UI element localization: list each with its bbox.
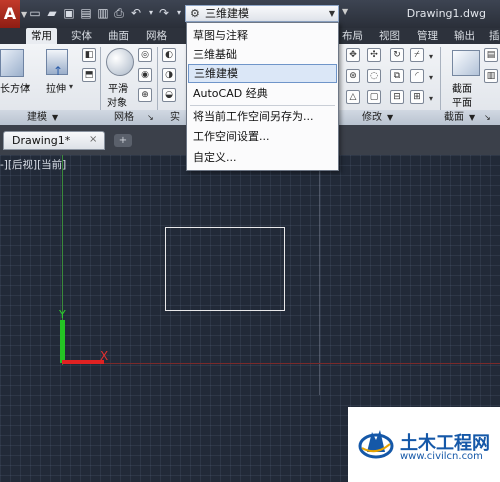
panel-label-mesh[interactable]: 网格 bbox=[114, 110, 134, 125]
chevron-down-icon: ▼ bbox=[328, 9, 335, 18]
watermark-url: www.civilcn.com bbox=[400, 451, 483, 462]
extrude-button[interactable]: 拉伸 bbox=[46, 80, 66, 95]
workspace-switcher[interactable]: ⚙ 三维建模 ▼ bbox=[185, 5, 339, 22]
redo-dropdown-icon[interactable]: ▾ bbox=[172, 6, 186, 20]
tab-solid[interactable]: 实体 bbox=[66, 28, 97, 44]
rectangle-shape[interactable] bbox=[165, 227, 285, 311]
trim-dropdown-icon[interactable]: ▾ bbox=[429, 52, 433, 61]
extrude-arrow-icon: ↑ bbox=[53, 64, 64, 78]
extrude-dropdown-icon[interactable]: ▾ bbox=[69, 82, 73, 91]
array-dropdown-icon[interactable]: ▾ bbox=[429, 94, 433, 103]
trim-icon[interactable]: ⌿ bbox=[410, 48, 424, 62]
ucs-y-label: Y bbox=[59, 308, 66, 321]
undo-dropdown-icon[interactable]: ▾ bbox=[144, 6, 158, 20]
ucs-x-label: X bbox=[100, 349, 109, 363]
application-menu-button[interactable]: A bbox=[0, 0, 20, 28]
3d-move-icon[interactable]: ✥ bbox=[346, 48, 360, 62]
solid-shell-icon[interactable]: ◒ bbox=[162, 88, 176, 102]
undo-icon[interactable]: ↶ bbox=[129, 6, 143, 20]
x-axis-line bbox=[62, 363, 500, 364]
gear-icon: ⚙ bbox=[190, 7, 200, 20]
rotate-icon[interactable]: ↻ bbox=[390, 48, 404, 62]
print-icon[interactable]: ⎙ bbox=[112, 6, 126, 20]
smooth-object-label[interactable]: 对象 bbox=[107, 94, 127, 109]
3d-rotate-icon[interactable]: ⊛ bbox=[346, 69, 360, 83]
menu-item-autocad-classic[interactable]: AutoCAD 经典 bbox=[188, 84, 337, 103]
solid-edit-icon[interactable]: ◐ bbox=[162, 48, 176, 62]
panel-label-modeling[interactable]: 建模 bbox=[27, 110, 47, 125]
save-icon[interactable]: ▣ bbox=[62, 6, 76, 20]
move-icon[interactable]: ✣ bbox=[367, 48, 381, 62]
fillet-icon[interactable]: ◜ bbox=[410, 69, 424, 83]
menu-item-save-workspace-as[interactable]: 将当前工作空间另存为... bbox=[188, 107, 337, 126]
menu-separator bbox=[190, 105, 335, 106]
tab-output[interactable]: 输出 bbox=[449, 28, 480, 44]
refine-mesh-icon[interactable]: ⊕ bbox=[138, 88, 152, 102]
section-button[interactable]: 截面 bbox=[452, 80, 472, 95]
watermark-logo-icon bbox=[358, 430, 394, 459]
mirror-icon[interactable]: ▢ bbox=[367, 90, 381, 104]
panel-label-solid-edit[interactable]: 实 bbox=[170, 110, 180, 125]
new-icon[interactable]: ▭ bbox=[28, 6, 42, 20]
open-icon[interactable]: ▰ bbox=[45, 6, 59, 20]
panel-mesh-launcher-icon[interactable]: ↘ bbox=[147, 110, 154, 125]
menu-item-3d-basics[interactable]: 三维基础 bbox=[188, 45, 337, 64]
redo-icon[interactable]: ↷ bbox=[157, 6, 171, 20]
quick-access-customize-icon[interactable]: ▼ bbox=[342, 7, 348, 16]
section-plane-icon[interactable] bbox=[452, 50, 480, 76]
tab-layout[interactable]: 布局 bbox=[337, 28, 368, 44]
menu-item-workspace-settings[interactable]: 工作空间设置... bbox=[188, 127, 337, 146]
union-icon[interactable]: ◧ bbox=[82, 48, 96, 62]
save-as-icon[interactable]: ▤ bbox=[79, 6, 93, 20]
panel-label-modify[interactable]: 修改 bbox=[362, 110, 382, 125]
fillet-dropdown-icon[interactable]: ▾ bbox=[429, 73, 433, 82]
smooth-less-icon[interactable]: ◉ bbox=[138, 68, 152, 82]
smooth-object-icon[interactable] bbox=[106, 48, 134, 76]
tab-mesh[interactable]: 网格 bbox=[141, 28, 172, 44]
tab-view[interactable]: 视图 bbox=[374, 28, 405, 44]
tab-surface[interactable]: 曲面 bbox=[103, 28, 134, 44]
panel-modeling-dropdown-icon[interactable]: ▼ bbox=[52, 110, 58, 125]
panel-label-section[interactable]: 截面 bbox=[444, 110, 464, 125]
section-plane-label[interactable]: 平面 bbox=[452, 94, 472, 109]
save-as-more-icon[interactable]: ▥ bbox=[96, 6, 110, 20]
menu-item-customize[interactable]: 自定义... bbox=[188, 148, 337, 167]
smooth-button[interactable]: 平滑 bbox=[108, 80, 128, 95]
panel-section-launcher-icon[interactable]: ↘ bbox=[484, 110, 491, 125]
box-icon[interactable] bbox=[0, 49, 24, 77]
menu-item-drafting-annotation[interactable]: 草图与注释 bbox=[188, 26, 337, 45]
document-title: Drawing1.dwg bbox=[406, 7, 486, 20]
scale-icon[interactable]: ◌ bbox=[367, 69, 381, 83]
file-tab-label: Drawing1* bbox=[12, 134, 71, 147]
stretch-icon[interactable]: ⊟ bbox=[390, 90, 404, 104]
workspace-dropdown-menu: 草图与注释 三维基础 三维建模 AutoCAD 经典 将当前工作空间另存为...… bbox=[186, 22, 339, 171]
app-menu-arrow-icon[interactable]: ▼ bbox=[21, 10, 27, 19]
workspace-value: 三维建模 bbox=[205, 7, 249, 20]
solid-separate-icon[interactable]: ◑ bbox=[162, 68, 176, 82]
tab-insert[interactable]: 插 bbox=[484, 28, 500, 44]
smooth-more-icon[interactable]: ◎ bbox=[138, 48, 152, 62]
section-extra-2-icon[interactable]: ▥ bbox=[484, 69, 498, 83]
tab-home[interactable]: 常用 bbox=[26, 28, 57, 44]
ucs-x-arrow-icon bbox=[62, 360, 104, 364]
tab-manage[interactable]: 管理 bbox=[412, 28, 443, 44]
presspull-icon[interactable]: ⬒ bbox=[82, 68, 96, 82]
file-tab-drawing1[interactable]: Drawing1* × bbox=[3, 131, 105, 150]
panel-modify-dropdown-icon[interactable]: ▼ bbox=[387, 110, 393, 125]
panel-section-dropdown-icon[interactable]: ▼ bbox=[469, 110, 475, 125]
section-extra-icon[interactable]: ▤ bbox=[484, 48, 498, 62]
close-icon[interactable]: × bbox=[89, 134, 97, 145]
box-dropdown-icon[interactable]: ▾ bbox=[26, 82, 30, 91]
array-icon[interactable]: ⊞ bbox=[410, 90, 424, 104]
new-file-tab-button[interactable]: + bbox=[114, 134, 132, 147]
viewport-controls[interactable]: -][后视][当前] bbox=[0, 157, 66, 172]
menu-item-3d-modeling[interactable]: 三维建模 bbox=[188, 64, 337, 83]
construction-line bbox=[319, 155, 320, 395]
copy-icon[interactable]: ⧉ bbox=[390, 69, 404, 83]
ucs-y-arrow-icon bbox=[60, 320, 65, 363]
3d-align-icon[interactable]: △ bbox=[346, 90, 360, 104]
